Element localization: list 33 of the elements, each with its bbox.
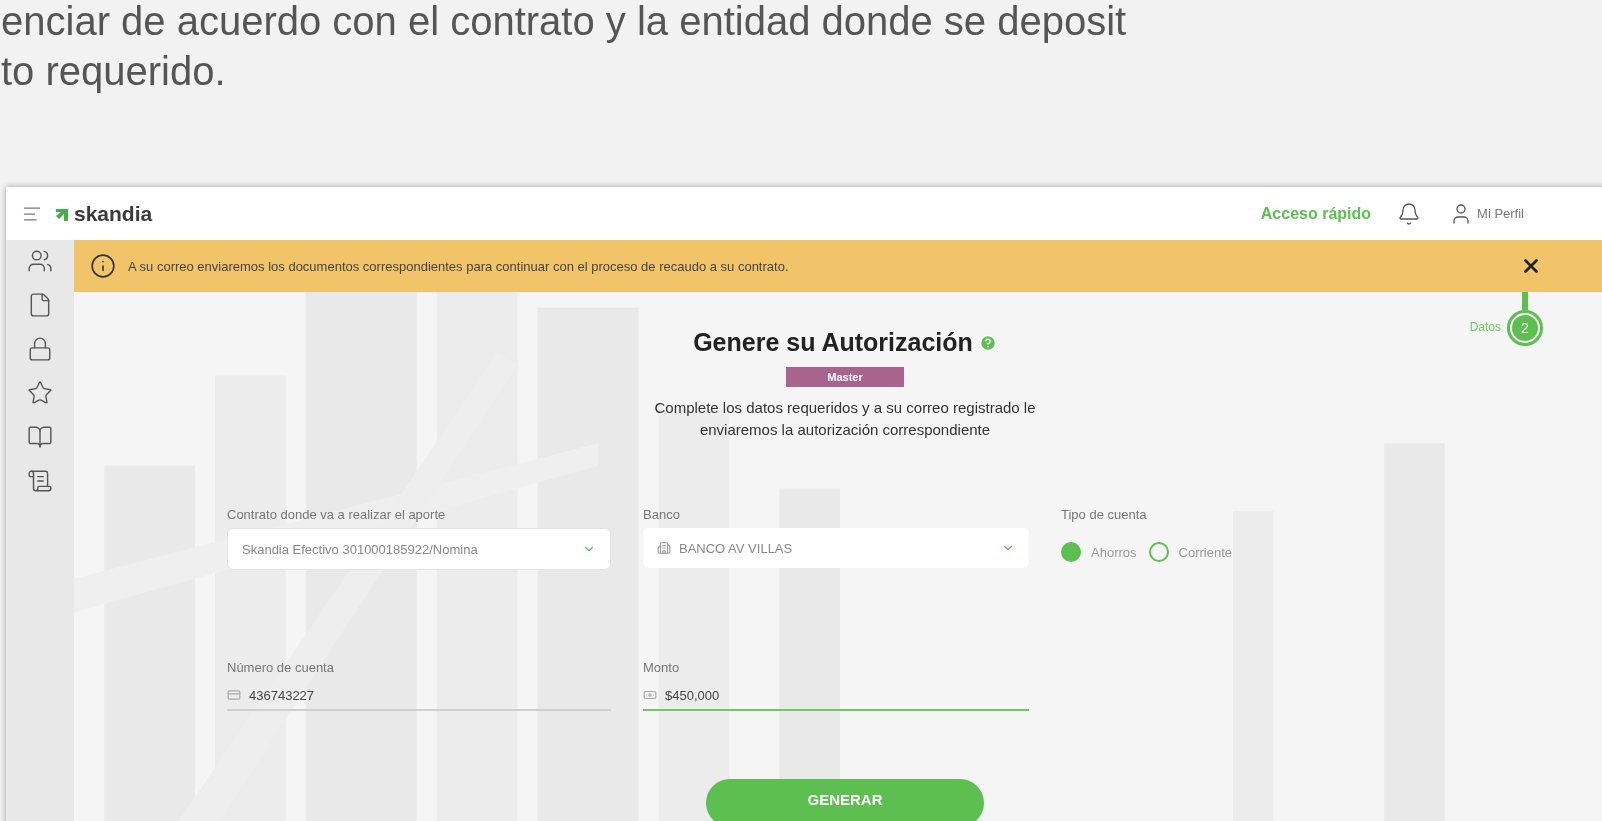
- intro-text: to requerido.: [1, 48, 227, 95]
- contract-select[interactable]: Skandia Efectivo 301000185922/Nomina: [227, 528, 611, 570]
- account-number-field[interactable]: 436743227: [227, 681, 611, 711]
- intro-text: enciar de acuerdo con el contrato y la entidad donde se deposit: [1, 0, 1128, 45]
- book-icon[interactable]: [27, 424, 53, 450]
- field-label: Contrato donde va a realizar el aporte: [227, 507, 447, 522]
- form-description: Complete los datos requeridos y a su correo registrado le enviaremos la autorización correspondiente: [653, 398, 1037, 440]
- step-label: Datos: [1469, 320, 1501, 334]
- amount-field[interactable]: $450,000: [643, 681, 1029, 711]
- banknote-icon: [643, 688, 657, 702]
- quick-access-link[interactable]: Acceso rápido: [1260, 204, 1372, 223]
- form-title: Genere su Autorización: [693, 328, 997, 357]
- banner-message: A su correo enviaremos los documentos correspondientes para continuar con el proceso de recaudo a su contrato.: [128, 258, 790, 274]
- lock-icon[interactable]: [27, 336, 53, 362]
- radio-option[interactable]: Ahorros: [1061, 542, 1137, 562]
- building-icon: [657, 541, 671, 555]
- star-icon[interactable]: [27, 380, 53, 406]
- field-label: Número de cuenta: [227, 660, 335, 675]
- card-icon: [227, 688, 241, 702]
- generate-button[interactable]: GENERAR: [706, 779, 984, 821]
- field-label: Monto: [643, 660, 681, 675]
- bank-select[interactable]: BANCO AV VILLAS: [643, 528, 1029, 568]
- logo-icon: [56, 206, 70, 221]
- bell-icon[interactable]: [1397, 201, 1422, 226]
- field-label: Tipo de cuenta: [1061, 507, 1148, 522]
- radio-option[interactable]: Corriente: [1148, 542, 1232, 562]
- list-icon[interactable]: [27, 468, 53, 494]
- logo-text: skandia: [74, 201, 153, 226]
- info-icon: [90, 253, 116, 279]
- people-icon[interactable]: [27, 248, 53, 274]
- field-label: Banco: [643, 507, 681, 522]
- profile-link[interactable]: Mi Perfil: [1449, 201, 1524, 226]
- plan-tag: Master: [786, 367, 904, 387]
